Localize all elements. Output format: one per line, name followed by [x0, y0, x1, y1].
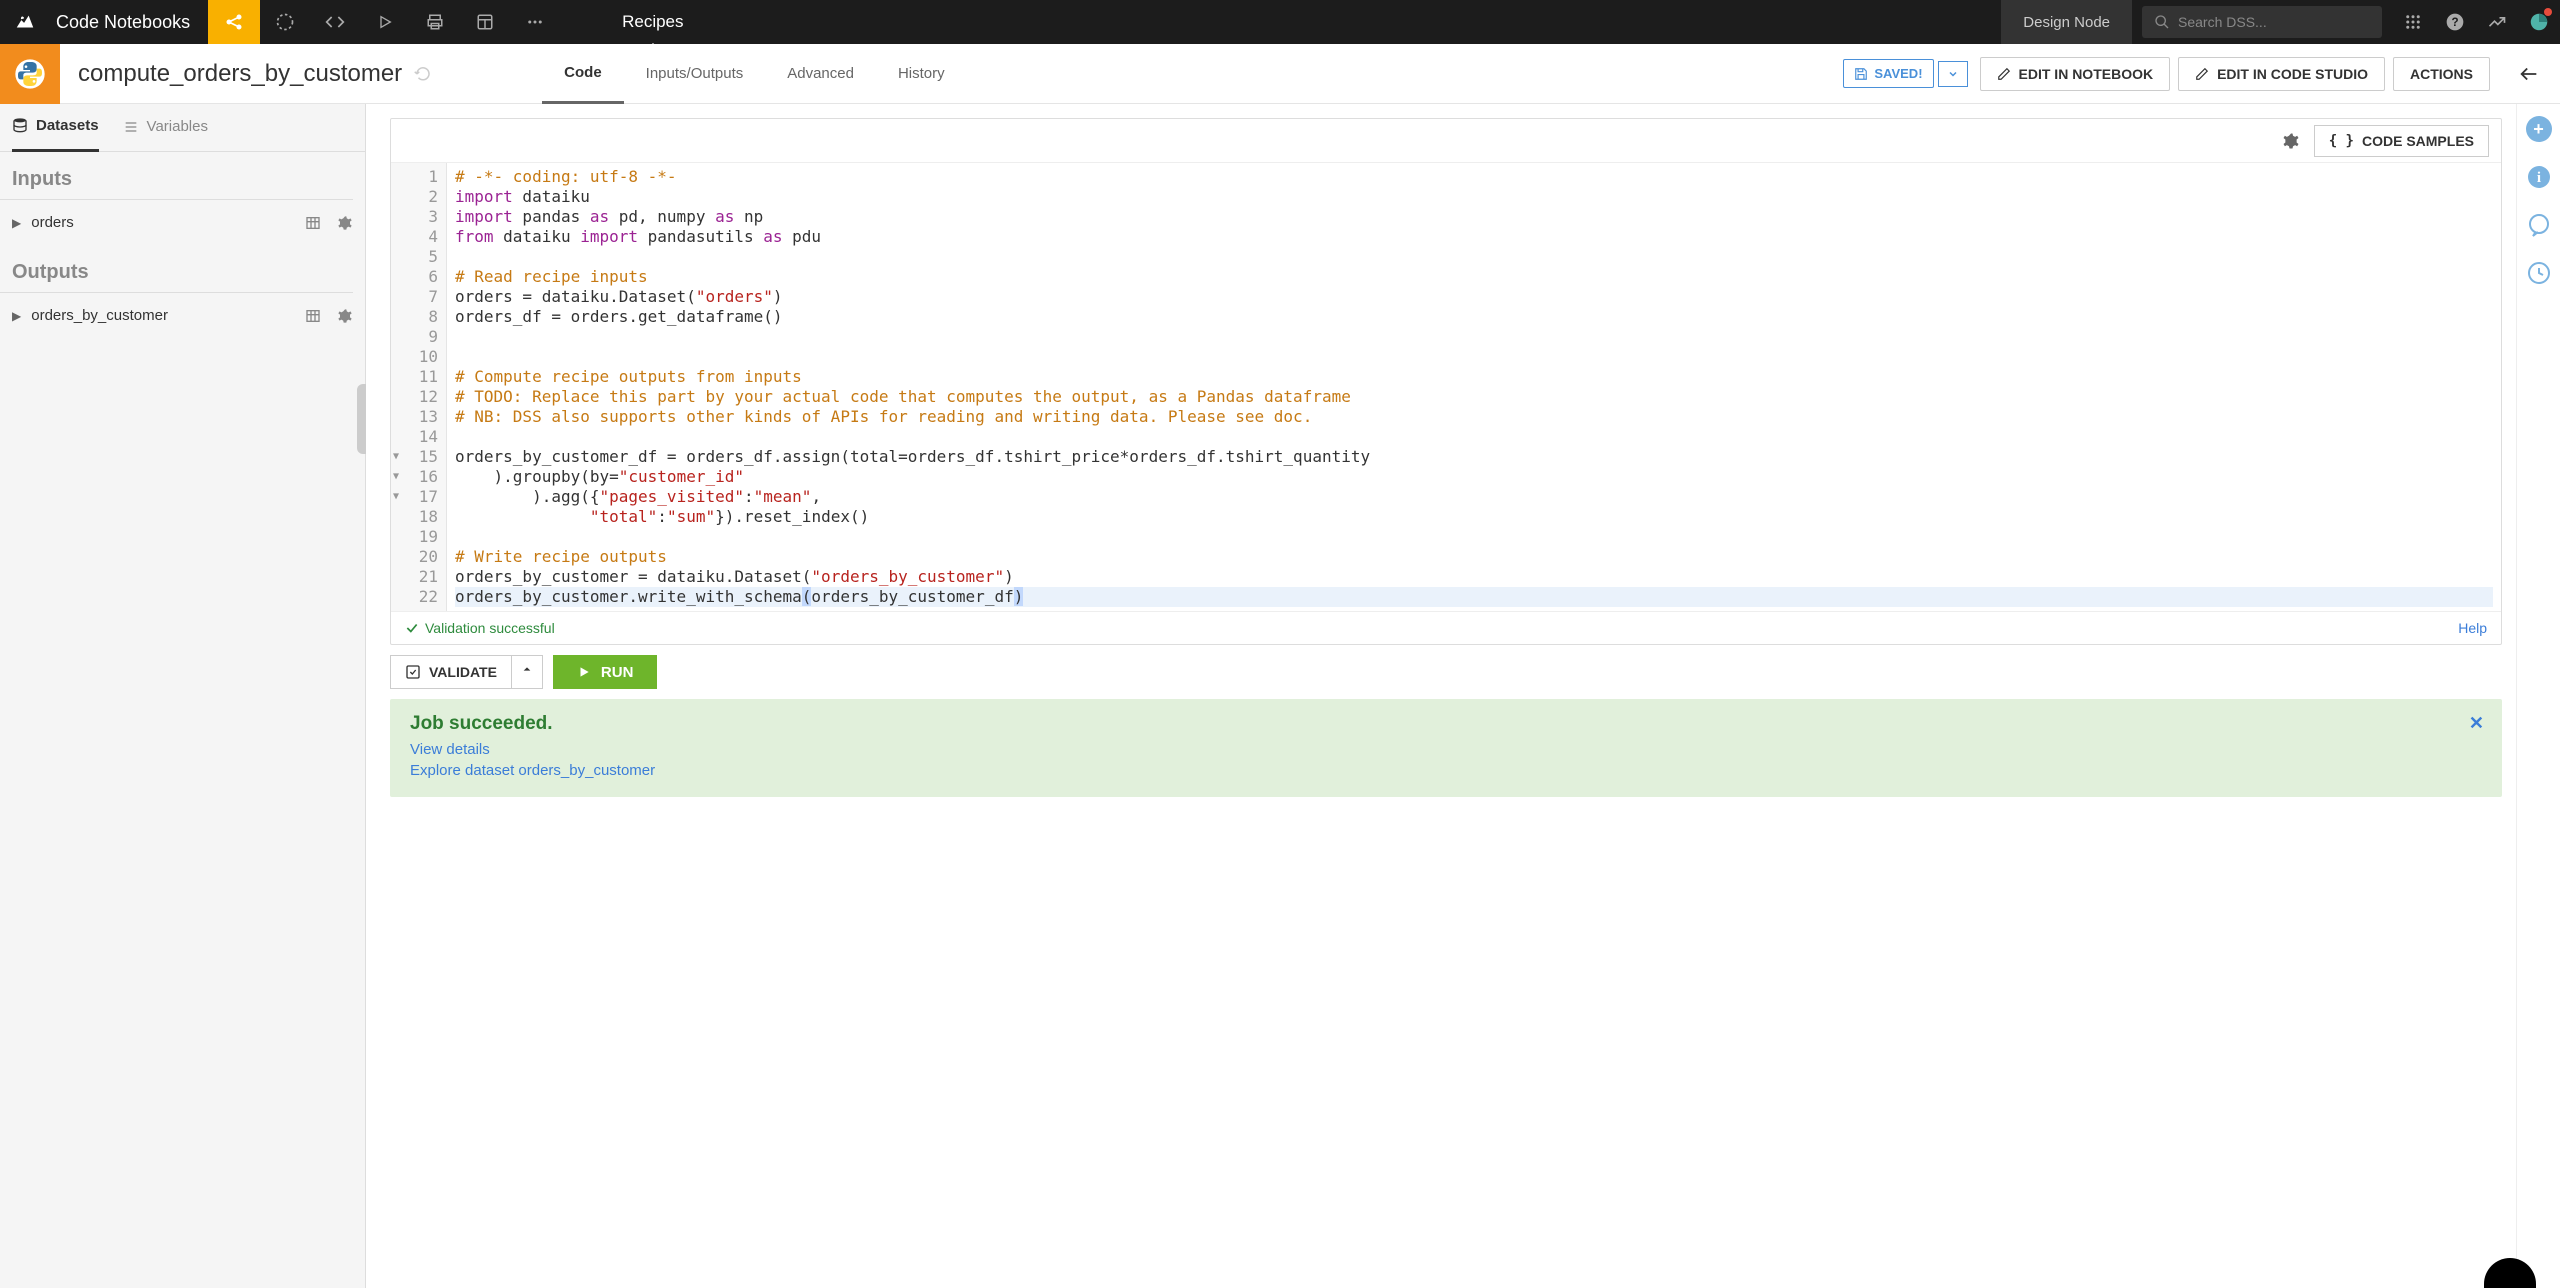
pencil-icon — [1997, 67, 2011, 81]
subtab-history[interactable]: History — [876, 44, 967, 104]
dashboard-icon[interactable] — [460, 0, 510, 44]
validate-button[interactable]: VALIDATE — [390, 655, 512, 689]
code-icon[interactable] — [310, 0, 360, 44]
content-area: { } CODE SAMPLES 123456789101112131415▼1… — [366, 104, 2516, 1288]
search-icon — [2154, 14, 2170, 30]
sidebar-tabs: Datasets Variables — [0, 104, 365, 152]
database-icon — [12, 117, 28, 133]
check-icon — [405, 621, 419, 635]
more-icon[interactable] — [510, 0, 560, 44]
sidebar-tab-datasets[interactable]: Datasets — [12, 104, 99, 152]
search-placeholder: Search DSS... — [2178, 14, 2267, 30]
output-dataset-item[interactable]: ▶ orders_by_customer — [0, 293, 365, 338]
help-link[interactable]: Help — [2458, 620, 2487, 636]
recipe-name: compute_orders_by_customer — [60, 60, 414, 88]
validation-message: Validation successful — [425, 620, 555, 636]
search-input[interactable]: Search DSS... — [2142, 6, 2382, 38]
left-sidebar: Datasets Variables Inputs ▶ orders Outpu… — [0, 104, 366, 1288]
notifications-icon[interactable] — [2518, 0, 2560, 44]
validate-dropdown[interactable] — [512, 655, 543, 689]
right-rail: + i — [2516, 104, 2560, 1288]
print-icon[interactable] — [410, 0, 460, 44]
explore-dataset-link[interactable]: Explore dataset orders_by_customer — [410, 762, 2482, 779]
subtabs: Code Inputs/Outputs Advanced History — [542, 44, 966, 104]
caret-up-icon — [522, 664, 532, 674]
flow-icon[interactable] — [260, 0, 310, 44]
share-button[interactable] — [208, 0, 260, 44]
input-dataset-item[interactable]: ▶ orders — [0, 200, 365, 245]
chat-icon[interactable] — [2526, 212, 2552, 238]
code-editor-wrap: { } CODE SAMPLES 123456789101112131415▼1… — [390, 118, 2502, 645]
recipe-python-icon — [0, 44, 60, 104]
close-icon[interactable]: ✕ — [2469, 713, 2484, 734]
edit-in-notebook-button[interactable]: EDIT IN NOTEBOOK — [1980, 57, 2171, 91]
trend-icon[interactable] — [2476, 0, 2518, 44]
job-title: Job succeeded. — [410, 713, 2482, 735]
apps-icon[interactable] — [2392, 0, 2434, 44]
validation-bar: Validation successful Help — [391, 611, 2501, 644]
clock-icon[interactable] — [2526, 260, 2552, 286]
project-title[interactable]: Code Notebooks — [50, 12, 208, 33]
saved-dropdown[interactable] — [1938, 61, 1968, 87]
run-bar: VALIDATE RUN — [390, 655, 2502, 689]
svg-text:?: ? — [2451, 16, 2458, 29]
list-icon — [123, 119, 139, 135]
main: Datasets Variables Inputs ▶ orders Outpu… — [0, 104, 2560, 1288]
braces-icon: { } — [2329, 133, 2354, 149]
design-node-badge[interactable]: Design Node — [2001, 0, 2132, 44]
logo-bird-icon[interactable] — [0, 11, 50, 33]
line-gutter: 123456789101112131415▼16▼17▼1819202122 — [391, 163, 447, 611]
caret-right-icon: ▶ — [12, 309, 21, 323]
subtab-inputs-outputs[interactable]: Inputs/Outputs — [624, 44, 766, 104]
save-icon — [1854, 67, 1868, 81]
info-icon[interactable]: i — [2526, 164, 2552, 190]
code-editor[interactable]: 123456789101112131415▼16▼17▼1819202122 #… — [391, 163, 2501, 611]
table-icon[interactable] — [305, 308, 321, 324]
subtab-code[interactable]: Code — [542, 44, 624, 104]
code-header: { } CODE SAMPLES — [391, 119, 2501, 163]
run-button[interactable]: RUN — [553, 655, 658, 689]
outputs-section-title: Outputs — [0, 245, 353, 293]
edit-in-code-studio-button[interactable]: EDIT IN CODE STUDIO — [2178, 57, 2385, 91]
editor-settings-icon[interactable] — [2282, 132, 2300, 150]
play-icon — [577, 665, 591, 679]
view-details-link[interactable]: View details — [410, 741, 2482, 758]
notification-dot — [2544, 8, 2552, 16]
table-icon[interactable] — [305, 215, 321, 231]
topbar: Code Notebooks Recipes Design Node Searc… — [0, 0, 2560, 44]
job-result-box: Job succeeded. View details Explore data… — [390, 699, 2502, 797]
code-lines[interactable]: # -*- coding: utf-8 -*-import dataikuimp… — [447, 163, 2501, 611]
pencil-icon — [2195, 67, 2209, 81]
arrow-left-icon — [2518, 63, 2540, 85]
subtab-advanced[interactable]: Advanced — [765, 44, 876, 104]
actions-button[interactable]: ACTIONS — [2393, 57, 2490, 91]
back-arrow[interactable] — [2498, 63, 2560, 85]
help-icon[interactable]: ? — [2434, 0, 2476, 44]
nav-tab-recipes[interactable]: Recipes — [600, 0, 705, 44]
play-icon[interactable] — [360, 0, 410, 44]
gear-icon[interactable] — [337, 308, 353, 324]
refresh-icon[interactable] — [414, 65, 432, 83]
subheader: compute_orders_by_customer Code Inputs/O… — [0, 44, 2560, 104]
gear-icon[interactable] — [337, 215, 353, 231]
chevron-down-icon — [1947, 68, 1959, 80]
caret-right-icon: ▶ — [12, 216, 21, 230]
sidebar-tab-variables[interactable]: Variables — [123, 118, 208, 137]
checkbox-icon — [405, 664, 421, 680]
code-samples-button[interactable]: { } CODE SAMPLES — [2314, 125, 2489, 157]
add-icon[interactable]: + — [2526, 116, 2552, 142]
inputs-section-title: Inputs — [0, 152, 353, 200]
saved-indicator[interactable]: SAVED! — [1843, 59, 1933, 88]
svg-text:i: i — [2536, 170, 2540, 186]
